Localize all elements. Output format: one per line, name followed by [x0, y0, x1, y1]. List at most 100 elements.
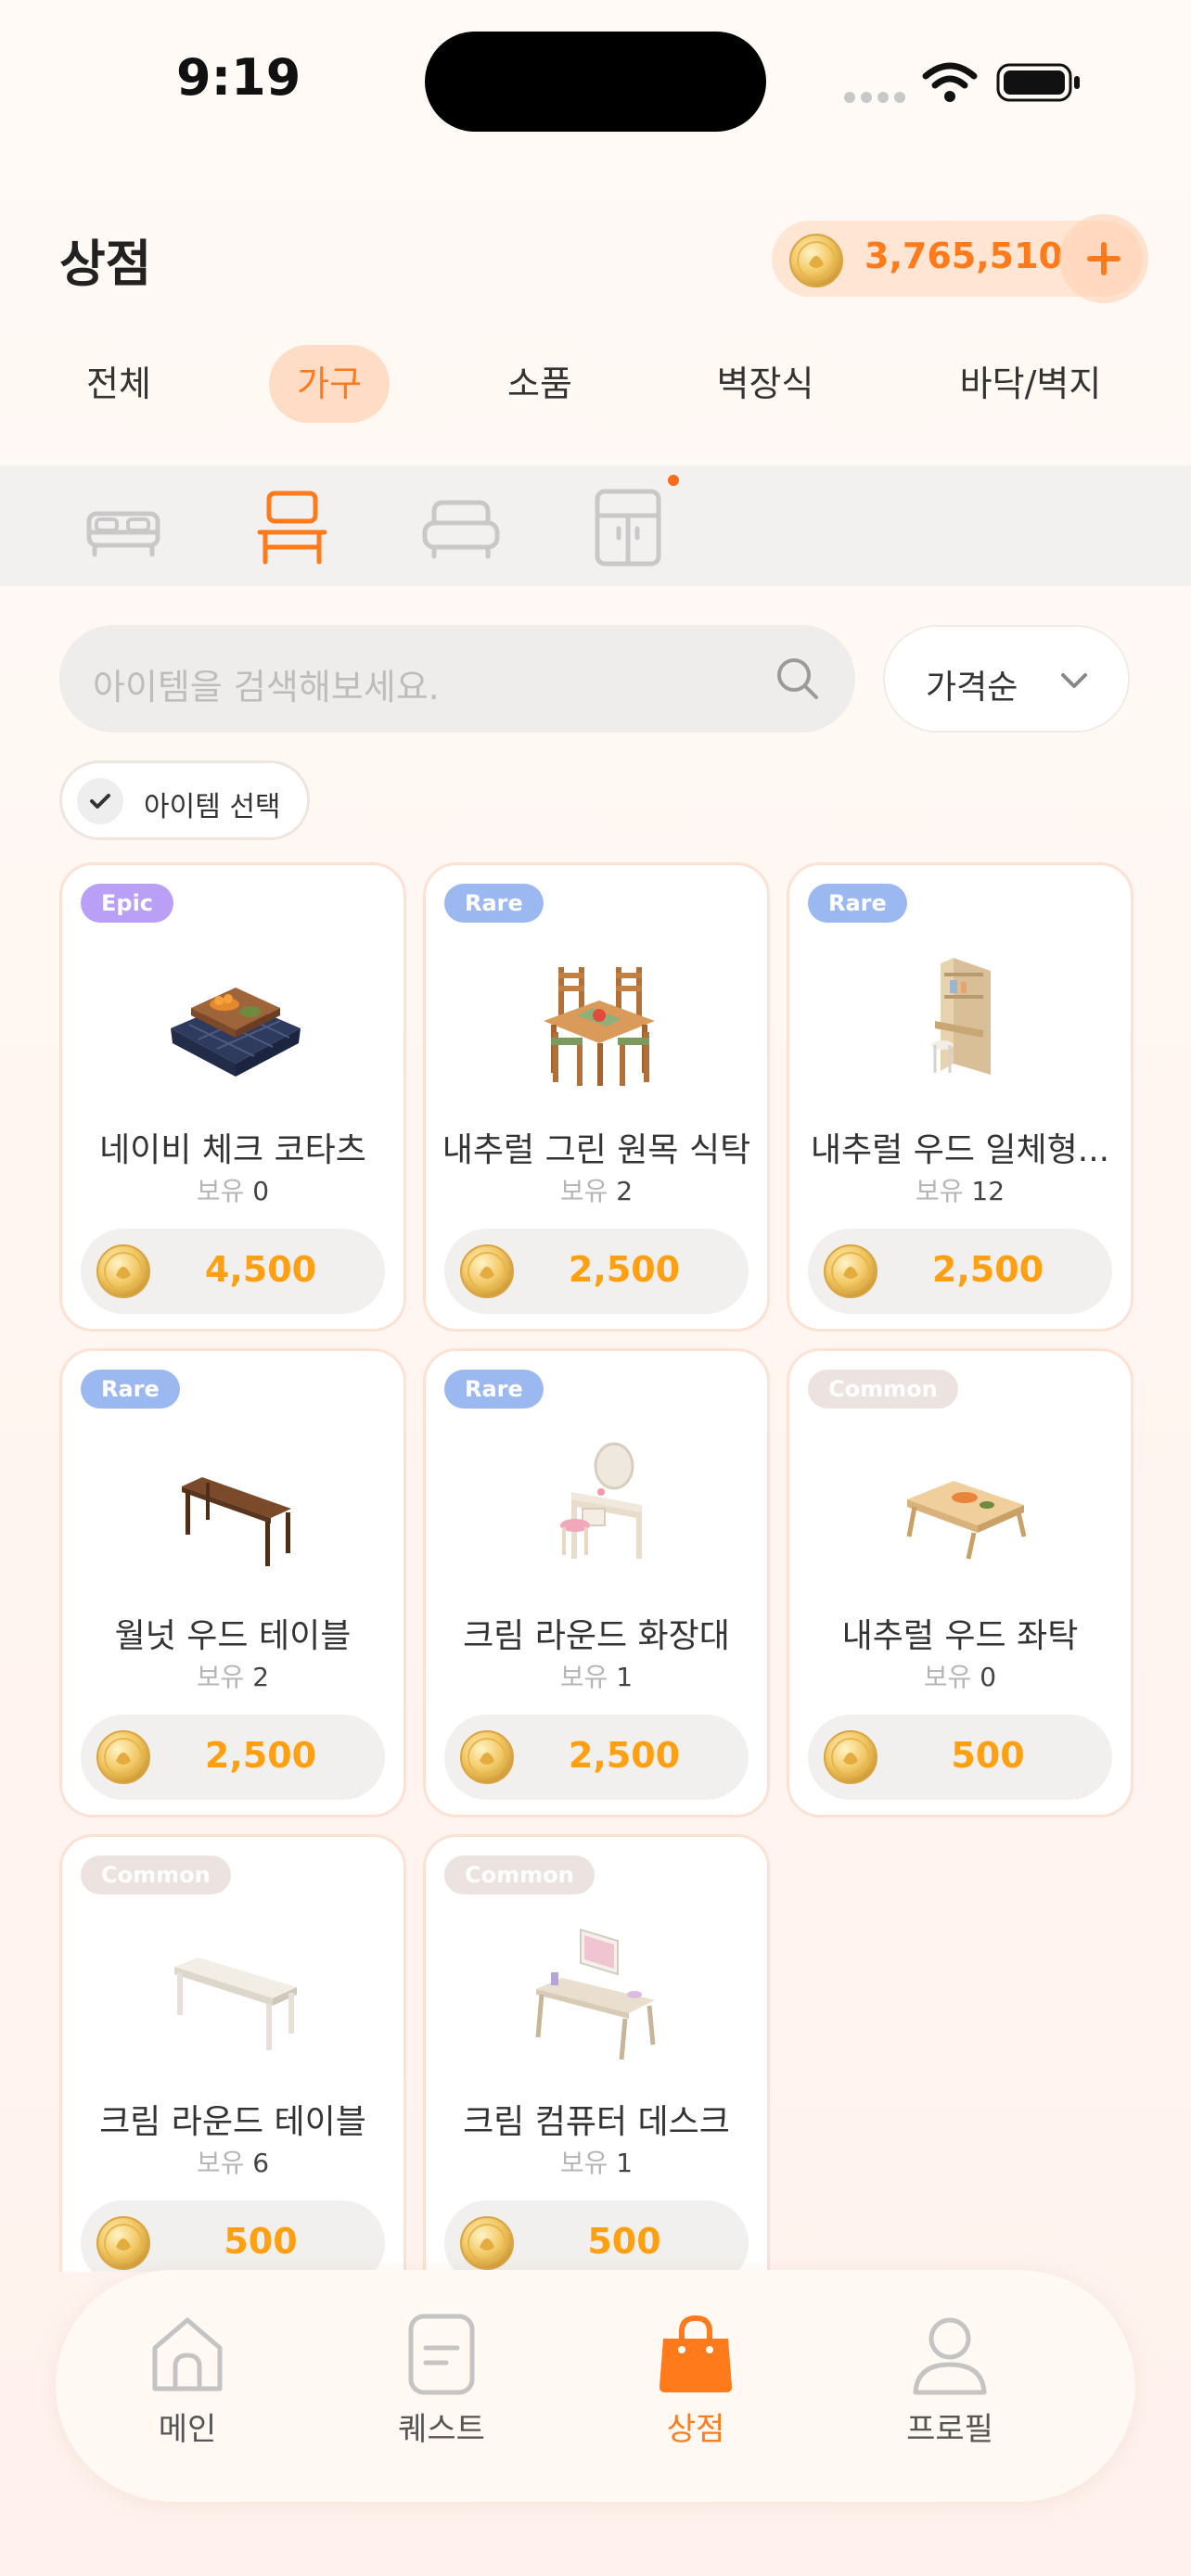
cream-table-icon	[174, 1958, 297, 2050]
buy-button[interactable]: 2,500	[444, 1229, 749, 1314]
tab-all[interactable]: 전체	[59, 345, 178, 423]
cabinet-icon[interactable]	[588, 488, 668, 567]
item-name: 내추럴 그린 원목 식탁	[442, 1131, 751, 1169]
desk-icon[interactable]	[252, 488, 332, 567]
item-price: 2,500	[568, 1249, 681, 1290]
tab-props[interactable]: 소품	[480, 345, 599, 423]
buy-button[interactable]: 500	[81, 2200, 385, 2272]
nav-profile[interactable]: 프로필	[866, 2313, 1033, 2449]
desk-shelf-icon	[931, 958, 991, 1075]
owned-count: 보유 6	[196, 2148, 270, 2178]
add-coins-button[interactable]	[1067, 222, 1141, 296]
item-price: 2,500	[204, 1735, 317, 1776]
item-name: 네이비 체크 코타츠	[99, 1131, 366, 1169]
check-icon	[90, 794, 110, 809]
nav-shop[interactable]: 상점	[612, 2313, 779, 2449]
item-price: 500	[951, 1735, 1025, 1776]
item-name: 크림 컴퓨터 데스크	[463, 2103, 730, 2141]
item-price: 500	[587, 2221, 661, 2262]
sort-label: 가격순	[926, 669, 1018, 707]
dynamic-island	[425, 32, 766, 132]
wifi-icon	[922, 62, 978, 102]
checkbox[interactable]	[77, 778, 123, 824]
low-table-icon	[906, 1481, 1027, 1560]
owned-count: 보유 12	[915, 1176, 1005, 1206]
item-name: 월넛 우드 테이블	[114, 1617, 352, 1655]
buy-button[interactable]: 2,500	[808, 1229, 1112, 1314]
signal-icon	[844, 89, 911, 107]
item-name: 내추럴 우드 좌탁	[841, 1617, 1079, 1655]
item-name: 크림 라운드 화장대	[463, 1617, 730, 1655]
buy-button[interactable]: 500	[444, 2200, 749, 2272]
kotatsu-icon	[171, 988, 301, 1077]
tab-wall-decor[interactable]: 벽장식	[696, 345, 835, 423]
item-select-label: 아이템 선택	[144, 791, 281, 823]
shop-header: 상점 3,765,510	[0, 185, 1191, 334]
item-card[interactable]: Common 내추럴 우드 좌탁 보유 0 500	[787, 1348, 1133, 1817]
status-time: 9:19	[176, 48, 301, 107]
item-card[interactable]: Rare 월넛 우드 테이블 보유 2 2,500	[59, 1348, 406, 1817]
shop-bag-icon	[660, 2315, 732, 2392]
battery-icon	[996, 63, 1080, 102]
nav-label: 프로필	[906, 2411, 993, 2448]
owned-count: 보유 2	[559, 1176, 634, 1206]
buy-button[interactable]: 4,500	[81, 1229, 385, 1314]
owned-count: 보유 0	[923, 1662, 997, 1692]
item-card[interactable]: Epic 네이비 체크 코타츠 보유 0 4,500	[59, 862, 406, 1332]
coin-balance: 3,765,510	[772, 221, 1143, 297]
category-tabs: 전체 가구 소품 벽장식 바닥/벽지	[0, 345, 1191, 428]
item-price: 2,500	[931, 1249, 1044, 1290]
buy-button[interactable]: 500	[808, 1715, 1112, 1800]
search-bar[interactable]: 아이템을 검색해보세요.	[59, 625, 855, 733]
item-price: 2,500	[568, 1735, 681, 1776]
buy-button[interactable]: 2,500	[444, 1715, 749, 1800]
sort-dropdown[interactable]: 가격순	[883, 625, 1130, 733]
profile-icon	[913, 2317, 987, 2395]
vanity-icon	[560, 1442, 642, 1559]
nav-label: 메인	[158, 2411, 217, 2448]
item-name: 내추럴 우드 일체형...	[810, 1131, 1110, 1169]
rarity-badge: Rare	[444, 884, 544, 923]
tab-floor-wallpaper[interactable]: 바닥/벽지	[942, 345, 1119, 423]
search-input[interactable]: 아이템을 검색해보세요.	[93, 658, 440, 709]
item-select-toggle[interactable]: 아이템 선택	[59, 760, 310, 840]
item-card[interactable]: Rare 내추럴 그린 원목 식탁 보유 2 2,500	[423, 862, 770, 1332]
nav-label: 상점	[666, 2411, 725, 2448]
owned-count: 보유 1	[559, 1662, 634, 1692]
coin-balance-value: 3,765,510	[864, 236, 1063, 276]
sofa-icon[interactable]	[421, 488, 501, 567]
item-card[interactable]: Common 크림 컴퓨터 데스크 보유 1 500	[423, 1834, 770, 2272]
item-card[interactable]: Common 크림 라운드 테이블 보유 6 500	[59, 1834, 406, 2272]
rarity-badge: Common	[81, 1855, 231, 1894]
status-bar: 9:19	[0, 0, 1191, 158]
buy-button[interactable]: 2,500	[81, 1715, 385, 1800]
page-title: 상점	[59, 235, 152, 293]
item-price: 500	[224, 2221, 298, 2262]
bottom-nav: 메인 퀘스트 상점 프로필	[56, 2270, 1135, 2502]
subcategory-bar	[0, 465, 1191, 586]
nav-main[interactable]: 메인	[104, 2313, 271, 2449]
item-name: 크림 라운드 테이블	[99, 2103, 366, 2141]
walnut-table-icon	[182, 1477, 291, 1566]
bed-icon[interactable]	[83, 488, 163, 567]
owned-count: 보유 0	[196, 1176, 270, 1206]
computer-desk-icon	[535, 1928, 656, 2060]
rarity-badge: Common	[808, 1370, 958, 1409]
rarity-badge: Common	[444, 1855, 595, 1894]
search-icon[interactable]	[774, 655, 822, 703]
item-card[interactable]: Rare 크림 라운드 화장대 보유 1 2,500	[423, 1348, 770, 1817]
notification-dot	[668, 475, 679, 486]
home-icon	[152, 2317, 223, 2391]
owned-count: 보유 1	[559, 2148, 634, 2178]
rarity-badge: Rare	[444, 1370, 544, 1409]
rarity-badge: Rare	[808, 884, 907, 923]
chevron-down-icon	[1061, 673, 1087, 688]
owned-count: 보유 2	[196, 1662, 270, 1692]
nav-label: 퀘스트	[398, 2411, 485, 2448]
rarity-badge: Rare	[81, 1370, 180, 1409]
quest-icon	[408, 2314, 475, 2395]
item-card[interactable]: Rare 내추럴 우드 일체형... 보유 12 2,500	[787, 862, 1133, 1332]
dining-table-icon	[544, 967, 655, 1086]
nav-quest[interactable]: 퀘스트	[358, 2313, 525, 2449]
tab-furniture[interactable]: 가구	[269, 345, 390, 423]
